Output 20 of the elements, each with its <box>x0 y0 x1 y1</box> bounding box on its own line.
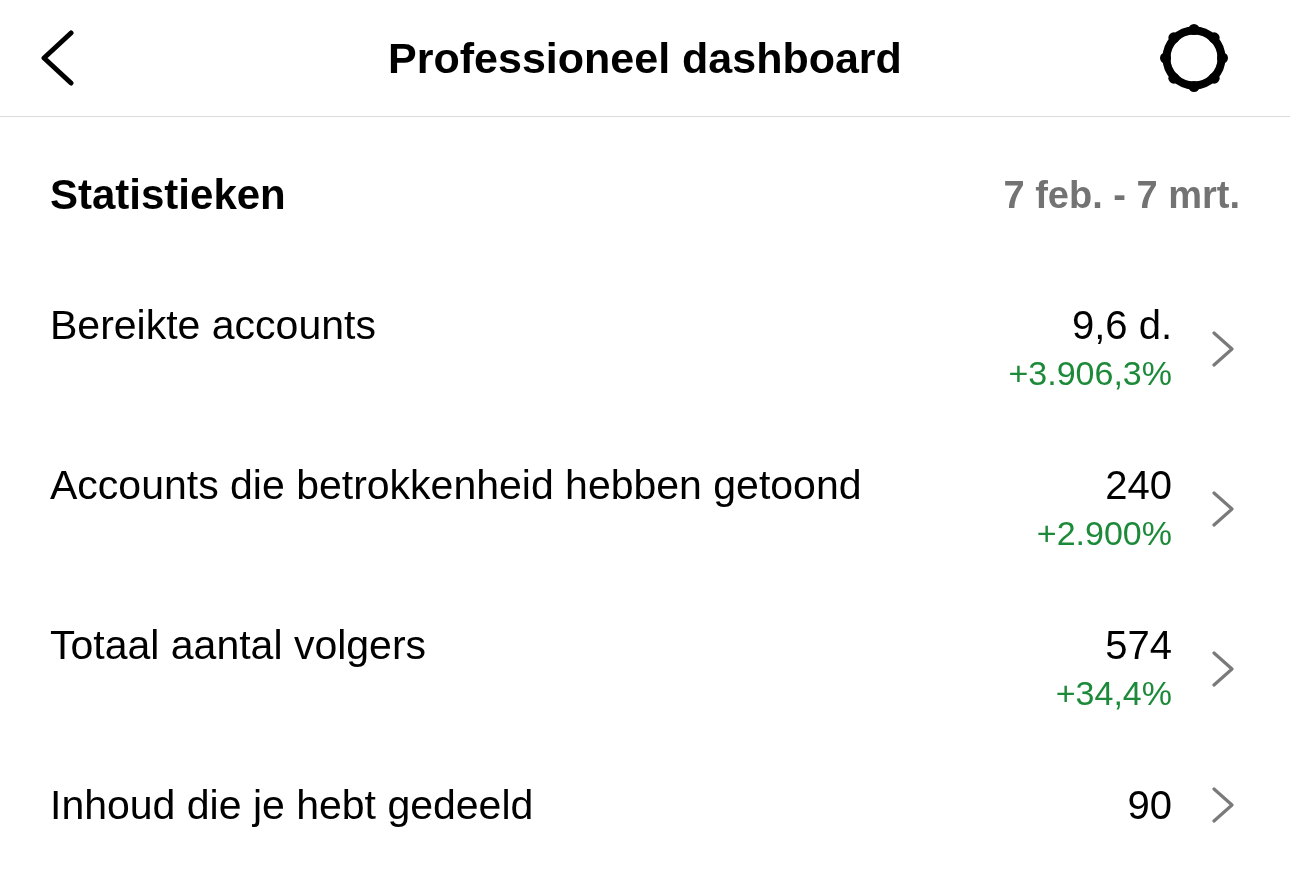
metric-label: Totaal aantal volgers <box>50 621 427 669</box>
metric-value: 240 <box>1105 462 1172 509</box>
chevron-right-icon[interactable] <box>1212 331 1234 367</box>
page-title: Professioneel dashboard <box>388 33 902 84</box>
metric-label: Bereikte accounts <box>50 301 376 349</box>
metric-value: 90 <box>1127 782 1172 829</box>
date-range: 7 feb. - 7 mrt. <box>1003 173 1240 218</box>
metric-value: 9,6 d. <box>1071 302 1172 349</box>
back-chevron-icon <box>40 30 74 86</box>
settings-icon <box>1160 24 1228 92</box>
chevron-right-icon[interactable] <box>1212 651 1234 687</box>
chevron-right-icon[interactable] <box>1212 491 1234 527</box>
metric-value: 574 <box>1105 622 1172 669</box>
metric-change: +34,4% <box>1055 673 1172 714</box>
metric-change: +2.900% <box>1036 513 1172 554</box>
section-title: Statistieken <box>50 171 286 219</box>
metric-label: Inhoud die je hebt gedeeld <box>50 781 534 829</box>
metric-change: +3.906,3% <box>1008 353 1172 394</box>
chevron-right-icon[interactable] <box>1212 787 1234 823</box>
metric-label: Accounts die betrokkenheid hebben getoond <box>50 461 862 509</box>
